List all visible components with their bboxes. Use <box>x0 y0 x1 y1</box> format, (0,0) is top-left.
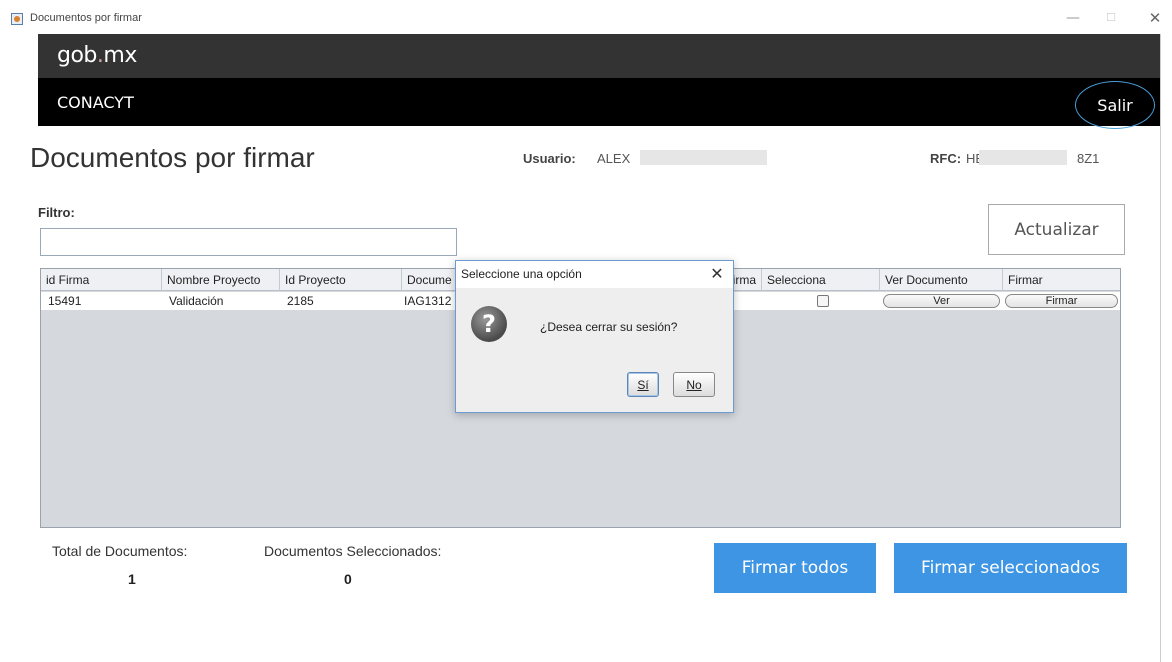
total-documents-value: 1 <box>128 571 136 587</box>
organization-bar: CONACYT <box>38 78 1160 126</box>
rfc-suffix: 8Z1 <box>1077 151 1100 166</box>
dialog-title: Seleccione una opción <box>461 267 582 281</box>
question-icon: ? <box>471 306 507 342</box>
page-title: Documentos por firmar <box>30 142 315 173</box>
sign-row-button[interactable]: Firmar <box>1005 294 1118 308</box>
organization-name: CONACYT <box>57 93 134 112</box>
filter-input[interactable] <box>40 228 457 256</box>
cell-nombre-proyecto: Validación <box>169 294 224 308</box>
logo-main: gob <box>57 43 97 68</box>
column-header-firmar[interactable]: Firmar <box>1003 269 1120 291</box>
window-border <box>1160 34 1161 662</box>
total-documents-label: Total de Documentos: <box>52 543 188 559</box>
gobmx-logo: gob.mx <box>57 43 137 68</box>
window-close-button[interactable]: ✕ <box>1140 6 1170 30</box>
select-checkbox[interactable] <box>817 295 829 307</box>
column-header-selecciona[interactable]: Selecciona <box>762 269 880 291</box>
redacted-rfc-mask <box>979 150 1067 165</box>
logout-button[interactable]: Salir <box>1075 81 1155 129</box>
column-header-ver-documento[interactable]: Ver Documento <box>880 269 1003 291</box>
cell-id-firma: 15491 <box>48 294 82 308</box>
column-header-nombre-proyecto[interactable]: Nombre Proyecto <box>162 269 280 291</box>
maximize-button[interactable]: ☐ <box>1096 6 1126 30</box>
cell-id-proyecto: 2185 <box>287 294 314 308</box>
logout-confirm-dialog: Seleccione una opción ✕ ? ¿Desea cerrar … <box>455 260 734 413</box>
window-titlebar: Documentos por firmar — ☐ ✕ <box>0 0 1172 34</box>
redacted-user-mask <box>640 150 767 165</box>
column-header-id-proyecto[interactable]: Id Proyecto <box>280 269 402 291</box>
column-header-id-firma[interactable]: id Firma <box>41 269 162 291</box>
no-button[interactable]: No <box>673 372 715 397</box>
cell-documento: IAG1312 <box>404 294 452 308</box>
selected-documents-value: 0 <box>344 571 352 587</box>
window-title: Documentos por firmar <box>30 12 142 24</box>
logo-suffix: mx <box>103 43 137 68</box>
filter-label: Filtro: <box>38 205 75 220</box>
application-window: Documentos por firmar — ☐ ✕ gob.mx CONAC… <box>0 0 1172 662</box>
view-document-button[interactable]: Ver <box>883 294 1000 308</box>
user-label: Usuario: <box>523 151 576 166</box>
dialog-message: ¿Desea cerrar su sesión? <box>540 320 678 334</box>
rfc-label: RFC: <box>930 151 962 166</box>
user-value: ALEX <box>597 151 631 166</box>
column-header-documento[interactable]: Docume <box>402 269 456 291</box>
gob-header-bar: gob.mx <box>38 34 1160 78</box>
refresh-button[interactable]: Actualizar <box>988 204 1125 255</box>
minimize-button[interactable]: — <box>1058 6 1088 30</box>
selected-documents-label: Documentos Seleccionados: <box>264 543 442 559</box>
dialog-close-button[interactable]: ✕ <box>706 263 728 285</box>
java-app-icon <box>11 13 23 25</box>
sign-selected-button[interactable]: Firmar seleccionados <box>894 543 1127 593</box>
sign-all-button[interactable]: Firmar todos <box>714 543 876 593</box>
dialog-titlebar: Seleccione una opción ✕ <box>456 261 733 288</box>
yes-button[interactable]: Sí <box>627 372 659 397</box>
